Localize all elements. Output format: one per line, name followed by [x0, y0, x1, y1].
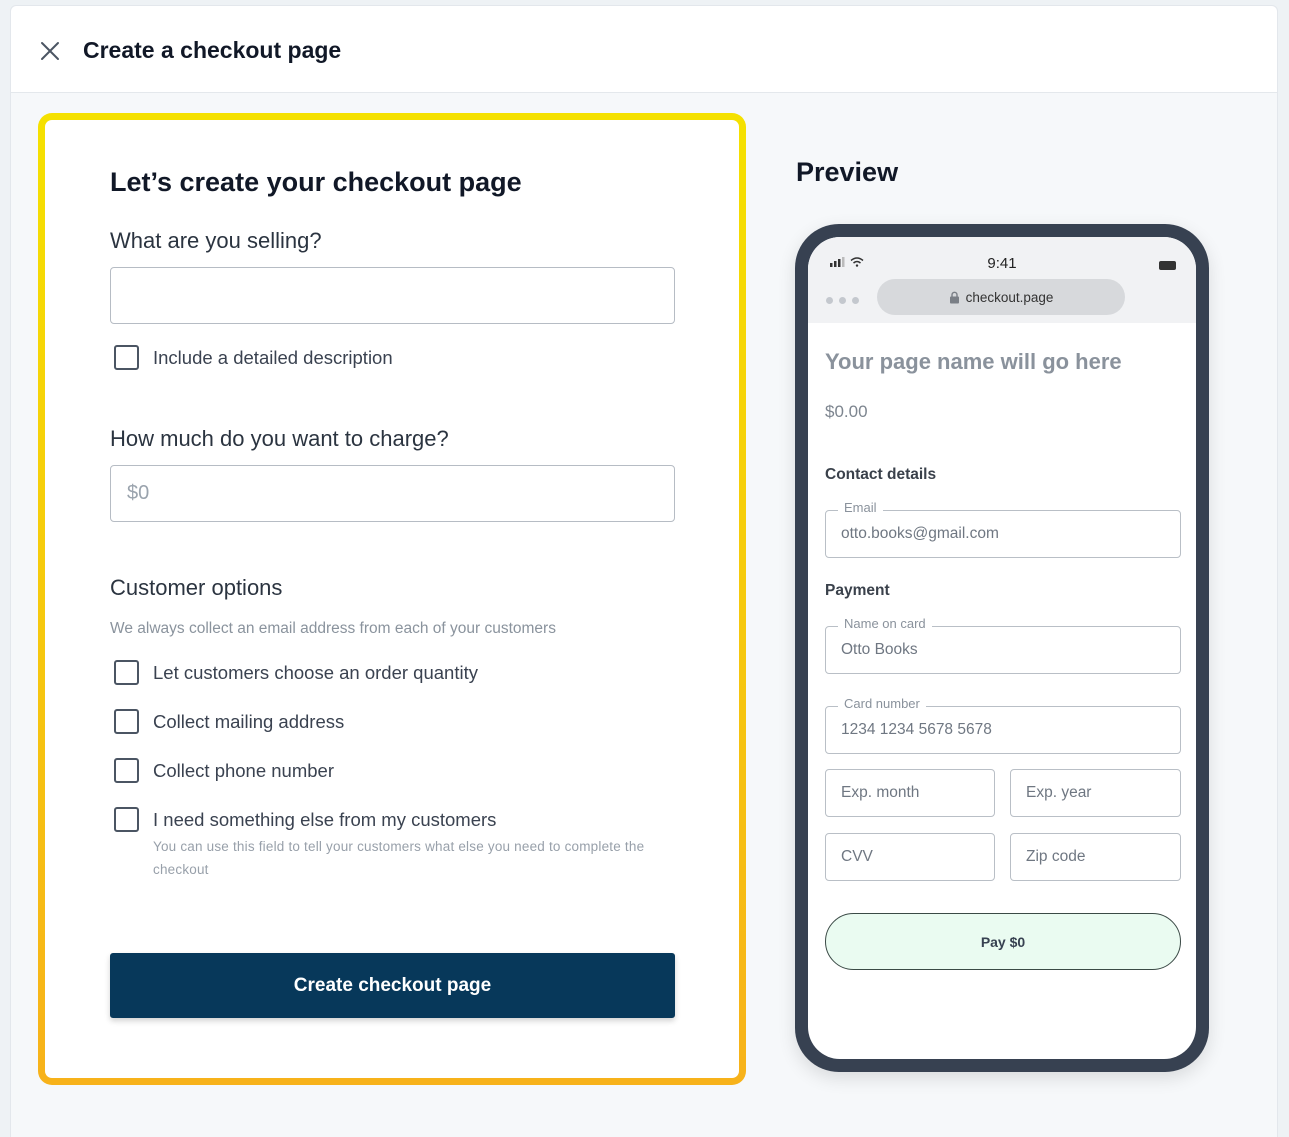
name-on-card-legend: Name on card — [838, 616, 932, 631]
payment-title: Payment — [825, 582, 890, 599]
option-something-else[interactable]: I need something else from my customers — [114, 807, 496, 832]
preview-cvv-field: CVV — [825, 833, 995, 881]
checkout-form-card: Let’s create your checkout page What are… — [38, 113, 746, 1085]
charge-label: How much do you want to charge? — [110, 426, 449, 451]
something-else-label: I need something else from my customers — [153, 808, 497, 830]
preview-exp-month-field: Exp. month — [825, 769, 995, 817]
url-bar: checkout.page — [877, 279, 1125, 315]
name-on-card-value: Otto Books — [841, 641, 918, 658]
preview-email-field: Email otto.books@gmail.com — [825, 500, 1181, 558]
customer-options-title: Customer options — [110, 575, 283, 600]
exp-month-value: Exp. month — [841, 784, 920, 801]
close-button[interactable] — [35, 36, 65, 66]
preview-name-field: Name on card Otto Books — [825, 616, 1181, 674]
status-time: 9:41 — [987, 255, 1017, 272]
close-icon — [41, 42, 59, 60]
exp-year-value: Exp. year — [1026, 784, 1092, 801]
page-title: Create a checkout page — [83, 37, 342, 63]
preview-price: $0.00 — [825, 402, 868, 421]
top-bar: Create a checkout page — [11, 6, 1277, 93]
price-input[interactable] — [110, 465, 675, 522]
cvv-value: CVV — [841, 848, 873, 865]
preview-page-name: Your page name will go here — [825, 349, 1122, 374]
selling-label: What are you selling? — [110, 228, 322, 253]
email-legend: Email — [838, 500, 883, 515]
preview-zip-field: Zip code — [1010, 833, 1181, 881]
battery-icon — [1159, 261, 1176, 270]
selling-input[interactable] — [110, 267, 675, 324]
order-quantity-checkbox[interactable] — [114, 660, 139, 685]
browser-bar: 9:41 checkout.page — [808, 237, 1196, 323]
phone-screen: 9:41 checkout.page Your page name will g… — [808, 237, 1196, 1059]
option-order-quantity[interactable]: Let customers choose an order quantity — [114, 660, 478, 685]
card-number-value: 1234 1234 5678 5678 — [841, 721, 992, 738]
customer-options-helper: We always collect an email address from … — [110, 620, 556, 637]
create-checkout-page-button[interactable]: Create checkout page — [110, 953, 675, 1018]
phone-preview: 9:41 checkout.page Your page name will g… — [795, 224, 1209, 1072]
preview-card-number-field: Card number 1234 1234 5678 5678 — [825, 696, 1181, 754]
option-phone-number[interactable]: Collect phone number — [114, 758, 334, 783]
form-title: Let’s create your checkout page — [110, 167, 522, 197]
include-description-option[interactable]: Include a detailed description — [114, 345, 393, 370]
option-mailing-address[interactable]: Collect mailing address — [114, 709, 344, 734]
preview-pay-button: Pay $0 — [825, 913, 1181, 970]
mailing-address-checkbox[interactable] — [114, 709, 139, 734]
email-value: otto.books@gmail.com — [841, 525, 999, 542]
include-description-checkbox[interactable] — [114, 345, 139, 370]
lock-icon — [949, 291, 959, 303]
browser-menu-dots-icon — [826, 297, 859, 304]
zip-value: Zip code — [1026, 848, 1086, 865]
include-description-label: Include a detailed description — [153, 346, 393, 368]
contact-details-title: Contact details — [825, 466, 937, 483]
preview-exp-year-field: Exp. year — [1010, 769, 1181, 817]
phone-number-checkbox[interactable] — [114, 758, 139, 783]
url-text: checkout.page — [965, 289, 1054, 305]
preview-title: Preview — [796, 157, 899, 187]
something-else-helper: You can use this field to tell your cust… — [153, 839, 645, 877]
something-else-checkbox[interactable] — [114, 807, 139, 832]
card-number-legend: Card number — [838, 696, 926, 711]
order-quantity-label: Let customers choose an order quantity — [153, 661, 478, 683]
mailing-address-label: Collect mailing address — [153, 710, 345, 732]
phone-number-label: Collect phone number — [153, 759, 334, 781]
